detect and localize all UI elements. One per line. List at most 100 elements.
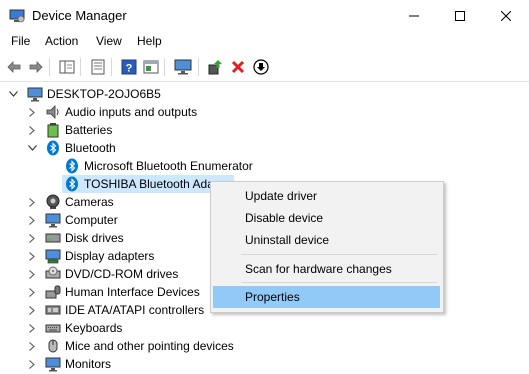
expand-chevron-icon[interactable] bbox=[27, 121, 37, 139]
context-menu: Update driver Disable device Uninstall d… bbox=[210, 181, 444, 313]
expand-chevron-icon[interactable] bbox=[27, 103, 37, 121]
menu-separator bbox=[241, 282, 437, 283]
menu-file[interactable]: File bbox=[11, 34, 30, 48]
expand-chevron-icon[interactable] bbox=[27, 211, 37, 229]
forward-arrow-icon bbox=[29, 61, 43, 73]
tree-item-bluetooth[interactable]: Bluetooth bbox=[0, 139, 529, 157]
tree-item-label: Cameras bbox=[65, 195, 114, 209]
collapse-chevron-icon[interactable] bbox=[27, 139, 37, 157]
expand-chevron-icon[interactable] bbox=[27, 229, 37, 247]
close-icon bbox=[501, 11, 511, 21]
show-hide-console-tree-icon bbox=[59, 60, 75, 74]
keyboard-icon bbox=[45, 324, 61, 333]
download-icon bbox=[253, 59, 269, 75]
monitor-icon bbox=[174, 59, 192, 75]
maximize-button[interactable] bbox=[437, 0, 483, 32]
menu-item-label: Disable device bbox=[245, 211, 324, 225]
hid-icon bbox=[45, 285, 61, 299]
minimize-icon bbox=[409, 15, 419, 17]
expand-chevron-icon[interactable] bbox=[27, 247, 37, 265]
display-adapter-icon bbox=[45, 249, 61, 264]
menu-action[interactable]: Action bbox=[45, 34, 78, 48]
back-button[interactable] bbox=[5, 58, 23, 76]
tree-item-label: Disk drives bbox=[65, 231, 124, 245]
menu-item-scan-hardware[interactable]: Scan for hardware changes bbox=[211, 258, 443, 280]
monitor-icon bbox=[45, 357, 61, 372]
window-title: Device Manager bbox=[32, 8, 127, 23]
uninstall-button[interactable] bbox=[229, 58, 247, 76]
tree-item-label: Display adapters bbox=[65, 249, 155, 263]
mouse-icon bbox=[48, 339, 58, 353]
toolbar-separator bbox=[198, 58, 199, 76]
tree-root[interactable]: DESKTOP-2OJO6B5 bbox=[0, 85, 529, 103]
properties-button[interactable] bbox=[89, 58, 107, 76]
menu-help[interactable]: Help bbox=[137, 34, 162, 48]
camera-icon bbox=[46, 194, 60, 209]
expand-chevron-icon[interactable] bbox=[27, 193, 37, 211]
svg-text:?: ? bbox=[126, 63, 133, 75]
back-arrow-icon bbox=[7, 61, 21, 73]
bluetooth-icon bbox=[66, 176, 78, 192]
update-driver-button[interactable] bbox=[206, 58, 224, 76]
menu-separator bbox=[241, 254, 437, 255]
expand-chevron-icon[interactable] bbox=[27, 301, 37, 319]
toolbar-separator bbox=[49, 58, 50, 76]
disk-drive-icon bbox=[45, 233, 61, 243]
computer-icon bbox=[27, 87, 43, 102]
tree-item-monitors[interactable]: Monitors bbox=[0, 355, 529, 373]
menu-item-uninstall-device[interactable]: Uninstall device bbox=[211, 229, 443, 251]
properties-icon bbox=[91, 59, 105, 75]
view-button[interactable] bbox=[142, 58, 160, 76]
tree-item-ms-bluetooth-enumerator[interactable]: Microsoft Bluetooth Enumerator bbox=[0, 157, 529, 175]
dvd-drive-icon bbox=[45, 266, 61, 279]
tree-item-audio[interactable]: Audio inputs and outputs bbox=[0, 103, 529, 121]
view-icon bbox=[143, 60, 159, 74]
toolbar: ? bbox=[0, 53, 529, 82]
device-manager-icon bbox=[9, 9, 25, 23]
tree-item-batteries[interactable]: Batteries bbox=[0, 121, 529, 139]
tree-item-label: Computer bbox=[65, 213, 118, 227]
tree-item-label: Batteries bbox=[65, 123, 113, 137]
minimize-button[interactable] bbox=[391, 0, 437, 32]
battery-icon bbox=[47, 123, 59, 138]
menu-item-label: Update driver bbox=[245, 189, 318, 203]
root-label: DESKTOP-2OJO6B5 bbox=[47, 87, 161, 101]
menu-item-properties[interactable]: Properties bbox=[213, 286, 440, 308]
monitor-button[interactable] bbox=[174, 58, 192, 76]
tree-item-label: IDE ATA/ATAPI controllers bbox=[65, 303, 205, 317]
tree-item-label: Microsoft Bluetooth Enumerator bbox=[84, 159, 253, 173]
expand-chevron-icon[interactable] bbox=[27, 265, 37, 283]
help-button[interactable]: ? bbox=[120, 58, 138, 76]
speaker-icon bbox=[46, 105, 59, 119]
tree-item-mice[interactable]: Mice and other pointing devices bbox=[0, 337, 529, 355]
tree-item-label: Human Interface Devices bbox=[65, 285, 200, 299]
ide-controller-icon bbox=[45, 305, 61, 315]
expand-chevron-icon[interactable] bbox=[27, 337, 37, 355]
tree-item-keyboards[interactable]: Keyboards bbox=[0, 319, 529, 337]
toolbar-separator bbox=[80, 58, 81, 76]
show-hide-console-tree-button[interactable] bbox=[58, 58, 76, 76]
download-button[interactable] bbox=[252, 58, 270, 76]
tree-item-label: Monitors bbox=[65, 357, 112, 371]
expand-chevron-icon[interactable] bbox=[27, 355, 37, 373]
tree-item-label: Mice and other pointing devices bbox=[65, 339, 234, 353]
menu-item-label: Properties bbox=[245, 290, 300, 304]
menu-item-update-driver[interactable]: Update driver bbox=[211, 185, 443, 207]
close-button[interactable] bbox=[483, 0, 529, 32]
forward-button[interactable] bbox=[27, 58, 45, 76]
expand-chevron-icon[interactable] bbox=[27, 319, 37, 337]
menu-item-label: Scan for hardware changes bbox=[245, 262, 392, 276]
collapse-chevron-icon[interactable] bbox=[8, 85, 18, 103]
toolbar-separator bbox=[111, 58, 112, 76]
menu-item-label: Uninstall device bbox=[245, 233, 330, 247]
expand-chevron-icon[interactable] bbox=[27, 283, 37, 301]
maximize-icon bbox=[455, 11, 465, 21]
tree-item-label: DVD/CD-ROM drives bbox=[65, 267, 179, 281]
menu-bar: File Action View Help bbox=[0, 32, 529, 52]
menu-view[interactable]: View bbox=[96, 34, 122, 48]
bluetooth-icon bbox=[66, 158, 78, 174]
tree-item-label: Bluetooth bbox=[65, 141, 116, 155]
title-bar[interactable]: Device Manager bbox=[0, 0, 529, 32]
computer-icon bbox=[45, 213, 61, 228]
menu-item-disable-device[interactable]: Disable device bbox=[211, 207, 443, 229]
